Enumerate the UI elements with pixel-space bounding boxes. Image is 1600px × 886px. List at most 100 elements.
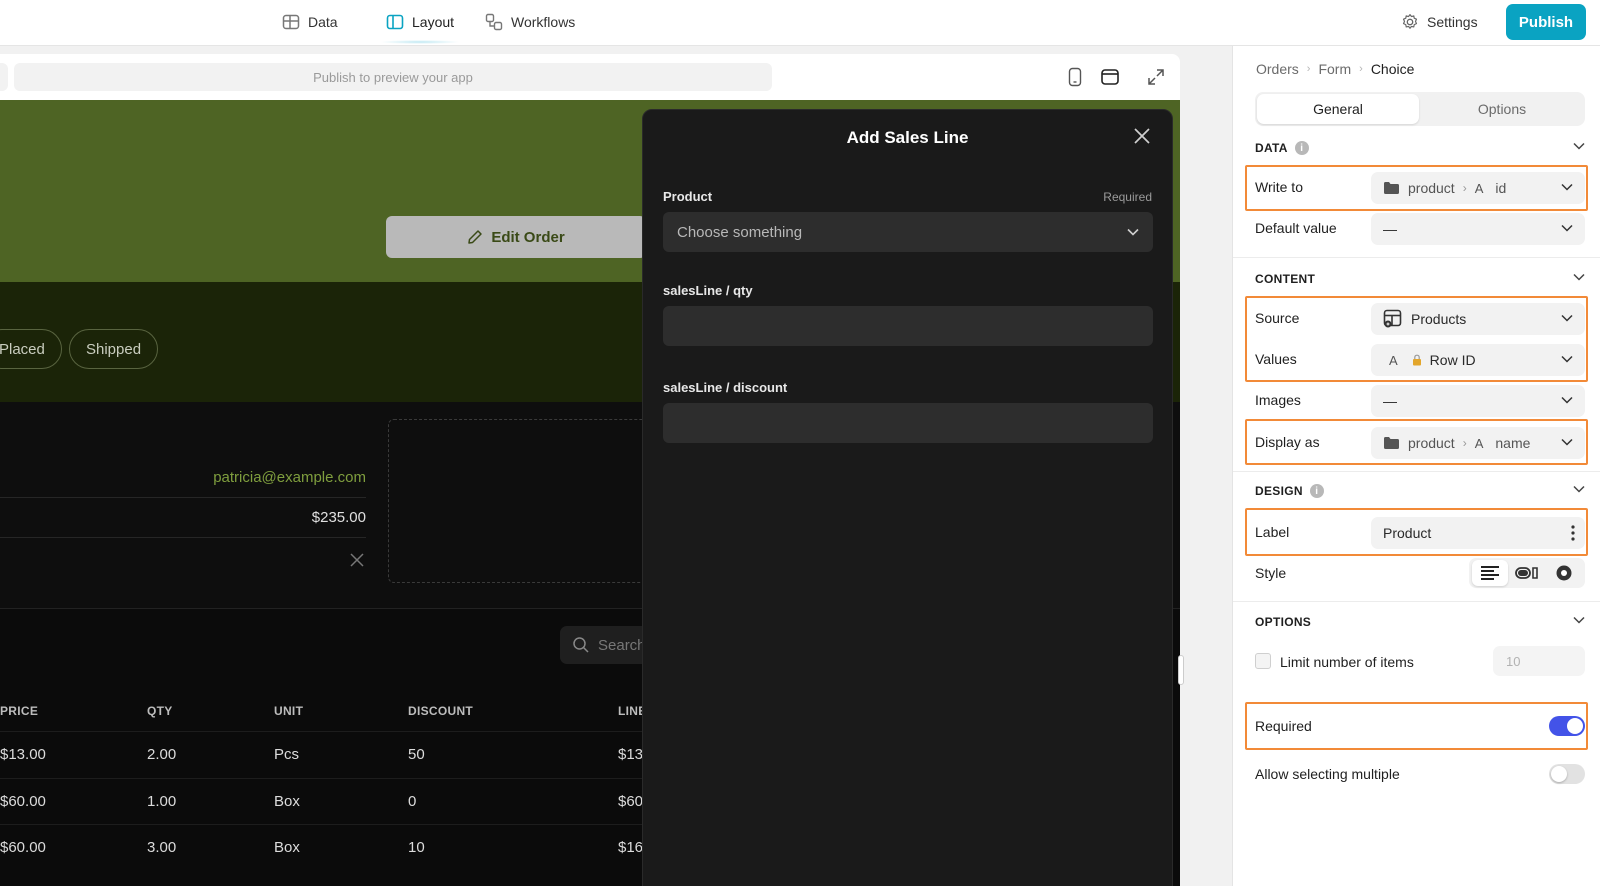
more-vertical-icon[interactable] [1571, 525, 1575, 541]
write-to-field: id [1495, 180, 1507, 196]
status-pill-label: Shipped [86, 340, 142, 358]
label-input[interactable]: Product [1371, 517, 1585, 549]
table-row[interactable]: $60.00 3.00 Box 10 $16 [0, 824, 680, 870]
breadcrumb-orders[interactable]: Orders [1256, 61, 1299, 77]
column-header-unit[interactable]: UNIT [274, 704, 303, 718]
images-value: — [1383, 393, 1397, 409]
list-style-icon [1480, 565, 1500, 581]
tab-workflows[interactable]: Workflows [485, 10, 575, 34]
customer-email[interactable]: patricia@example.com [213, 469, 366, 486]
required-label: Required [1255, 718, 1312, 734]
style-label: Style [1255, 565, 1287, 581]
publish-button[interactable]: Publish [1506, 4, 1586, 40]
mobile-view-icon[interactable] [1064, 66, 1086, 88]
resize-handle[interactable] [1178, 655, 1184, 685]
qty-field-label: salesLine / qty [663, 283, 753, 298]
section-data-header[interactable]: DATA i [1255, 138, 1585, 158]
properties-panel: Orders › Form › Choice General Options D… [1232, 46, 1600, 886]
required-indicator: Required [1103, 190, 1152, 204]
cell-price: $60.00 [0, 793, 46, 810]
settings-label: Settings [1427, 14, 1478, 30]
active-tab-indicator [380, 40, 460, 44]
cell-unit: Box [274, 839, 300, 856]
cell-line: $60 [618, 793, 644, 810]
allow-multiple-toggle[interactable] [1549, 764, 1585, 784]
tab-data[interactable]: Data [282, 10, 338, 34]
expand-icon[interactable] [1145, 66, 1167, 88]
status-pill-label: Placed [0, 340, 45, 358]
breadcrumb-choice: Choice [1370, 61, 1415, 77]
info-icon[interactable]: i [1309, 484, 1324, 498]
status-pill-placed[interactable]: Placed [0, 329, 62, 369]
cell-qty: 1.00 [147, 793, 177, 810]
section-content-header[interactable]: CONTENT [1255, 269, 1585, 289]
chevron-down-icon [1561, 396, 1573, 404]
tab-general[interactable]: General [1257, 94, 1419, 124]
images-select[interactable]: — [1371, 385, 1585, 417]
section-design-title: DESIGN [1255, 484, 1303, 498]
close-icon[interactable] [1132, 126, 1154, 148]
default-value-select[interactable]: — [1371, 213, 1585, 245]
product-select[interactable]: Choose something [663, 212, 1153, 252]
table-row[interactable]: $13.00 2.00 Pcs 50 $13 [0, 731, 680, 777]
table-row[interactable]: $60.00 1.00 Box 0 $60 [0, 778, 680, 824]
chevron-down-icon [1127, 228, 1139, 236]
display-as-select[interactable]: product › A name [1371, 427, 1585, 459]
folder-icon [1383, 436, 1400, 450]
column-header-discount[interactable]: DISCOUNT [408, 704, 473, 718]
text-type-icon: A [1389, 352, 1398, 368]
edit-order-label: Edit Order [491, 228, 565, 246]
close-icon[interactable] [350, 553, 364, 567]
tablet-view-icon[interactable] [1099, 66, 1121, 88]
top-bar: Data Layout Workflows Settings Publish [0, 0, 1600, 46]
default-value-value: — [1383, 221, 1397, 237]
write-to-select[interactable]: product › A id [1371, 172, 1585, 204]
product-select-placeholder: Choose something [677, 223, 803, 241]
column-header-qty[interactable]: QTY [147, 704, 173, 718]
section-design-header[interactable]: DESIGN i [1255, 481, 1585, 501]
label-label: Label [1255, 524, 1290, 540]
breadcrumb-form[interactable]: Form [1318, 61, 1351, 77]
display-as-field: name [1495, 435, 1531, 451]
edit-order-button[interactable]: Edit Order [386, 216, 646, 258]
order-amount: $235.00 [311, 509, 366, 526]
discount-input[interactable] [663, 403, 1153, 443]
cell-unit: Box [274, 793, 300, 810]
values-select[interactable]: A Row ID [1371, 344, 1585, 376]
tab-options[interactable]: Options [1421, 94, 1583, 124]
tab-layout[interactable]: Layout [386, 10, 454, 34]
display-as-label: Display as [1255, 434, 1320, 450]
source-select[interactable]: Products [1371, 303, 1585, 335]
label-value: Product [1383, 525, 1432, 541]
required-toggle[interactable] [1549, 716, 1585, 736]
style-chips-button[interactable] [1509, 560, 1545, 586]
limit-items-input[interactable]: 10 [1493, 646, 1585, 676]
tab-data-label: Data [308, 14, 338, 30]
cell-price: $13.00 [0, 746, 46, 763]
chevron-down-icon [1573, 485, 1585, 493]
section-divider [1233, 601, 1600, 602]
limit-items-checkbox[interactable] [1255, 653, 1271, 669]
qty-input[interactable] [663, 306, 1153, 346]
toggle-knob [1551, 766, 1567, 782]
cell-discount: 0 [408, 793, 417, 810]
settings-button[interactable]: Settings [1401, 10, 1478, 34]
column-header-price[interactable]: PRICE [0, 704, 38, 718]
chevron-down-icon [1561, 224, 1573, 232]
display-as-path: product [1408, 435, 1455, 451]
cell-discount: 50 [408, 746, 425, 763]
section-options-header[interactable]: OPTIONS [1255, 612, 1585, 632]
style-dropdown-button[interactable] [1472, 560, 1508, 586]
write-to-path: product [1408, 180, 1455, 196]
add-sales-line-modal: Add Sales Line Product Required Choose s… [642, 109, 1173, 886]
chevron-right-icon: › [1359, 63, 1363, 75]
folder-icon [1383, 181, 1400, 195]
search-placeholder: Search [598, 636, 646, 654]
table-source-icon [1383, 309, 1403, 329]
info-icon[interactable]: i [1294, 141, 1309, 155]
values-value: Row ID [1429, 352, 1476, 368]
chevron-down-icon [1561, 438, 1573, 446]
style-radio-button[interactable] [1546, 560, 1582, 586]
section-divider [1233, 257, 1600, 258]
status-pill-shipped[interactable]: Shipped [69, 329, 159, 369]
